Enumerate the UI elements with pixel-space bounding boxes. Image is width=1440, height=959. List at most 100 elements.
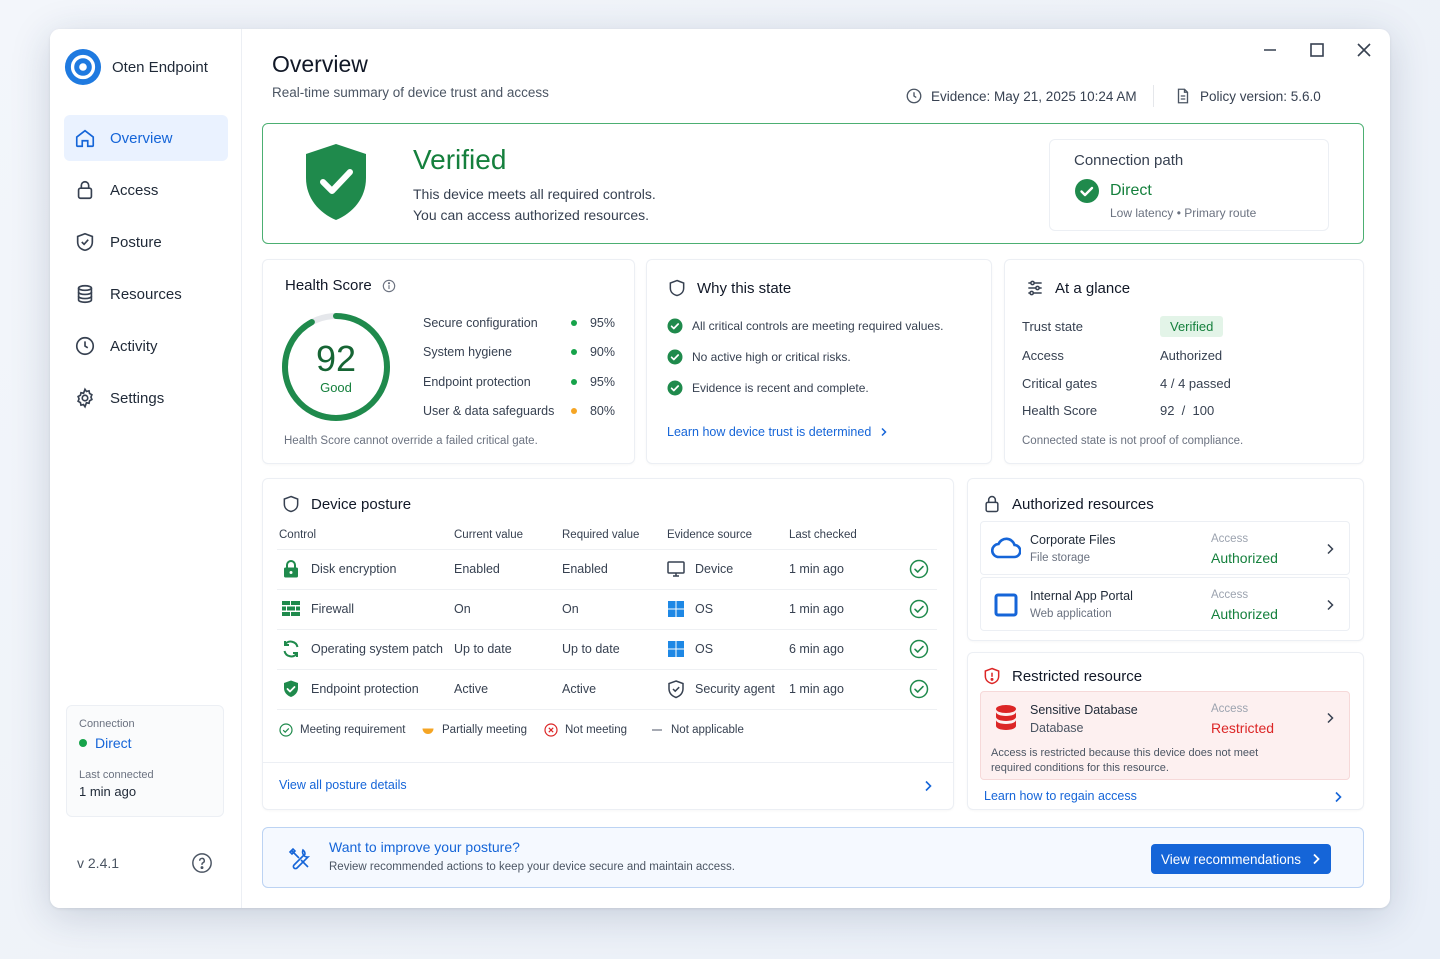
sidebar: Oten Endpoint Overview Access Posture Re… xyxy=(50,29,242,908)
evidence-timestamp: Evidence: May 21, 2025 10:24 AM xyxy=(905,87,1137,105)
alert-shield-icon xyxy=(984,667,1000,685)
trust-learn-link[interactable]: Learn how device trust is determined xyxy=(667,425,889,439)
resource-item-sensitive-database[interactable]: Sensitive Database Database Access Restr… xyxy=(980,691,1350,780)
evidence-source: OS xyxy=(695,642,714,656)
chevron-right-icon xyxy=(1327,712,1334,724)
current-value: Enabled xyxy=(454,562,500,576)
chevron-right-icon xyxy=(1327,599,1334,611)
chevron-right-icon[interactable] xyxy=(1331,790,1345,804)
resource-item-internal-app-portal[interactable]: Internal App Portal Web application Acce… xyxy=(980,577,1350,631)
check-circle-outline-icon xyxy=(909,679,929,699)
shield-check-icon xyxy=(284,680,298,697)
health-item: Endpoint protection 95% xyxy=(423,375,615,389)
trust-description-1: This device meets all required controls. xyxy=(413,186,656,202)
evidence-source: Device xyxy=(695,562,734,576)
lock-icon xyxy=(77,180,93,200)
last-connected-value: 1 min ago xyxy=(79,784,137,799)
maximize-icon[interactable] xyxy=(1306,39,1328,61)
sidebar-item-label: Activity xyxy=(110,337,158,355)
required-value: On xyxy=(562,602,579,616)
restriction-reason: required conditions for this resource. xyxy=(991,762,1169,774)
sidebar-item-label: Overview xyxy=(110,129,173,147)
check-circle-icon xyxy=(667,349,683,365)
column-header: Last checked xyxy=(789,529,857,541)
trust-description-2: You can access authorized resources. xyxy=(413,207,650,223)
evidence-source: Security agent xyxy=(695,682,775,696)
sidebar-item-access[interactable]: Access xyxy=(64,167,228,213)
control-name: Endpoint protection xyxy=(311,682,419,696)
chevron-right-icon[interactable] xyxy=(921,779,935,793)
resource-name: Internal App Portal xyxy=(1030,589,1133,603)
help-icon[interactable] xyxy=(191,852,213,874)
x-circle-icon xyxy=(544,723,558,737)
check-circle-icon xyxy=(667,318,683,334)
divider xyxy=(277,709,937,710)
table-row: Endpoint protection Active Active Securi… xyxy=(277,669,937,709)
evidence-source: OS xyxy=(695,602,714,616)
access-value: Restricted xyxy=(1211,720,1275,736)
regain-access-link[interactable]: Learn how to regain access xyxy=(984,789,1137,803)
close-icon[interactable] xyxy=(1353,39,1375,61)
resource-item-corporate-files[interactable]: Corporate Files File storage Access Auth… xyxy=(980,521,1350,575)
resource-type: Web application xyxy=(1030,608,1112,620)
table-row: Disk encryption Enabled Enabled Device 1… xyxy=(277,549,937,589)
device-posture-card: Device posture Control Current value Req… xyxy=(262,478,954,810)
legend-label: Meeting requirement xyxy=(300,724,406,736)
windows-icon xyxy=(668,641,684,657)
chevron-right-icon xyxy=(1327,543,1334,555)
minimize-icon[interactable] xyxy=(1259,39,1281,61)
shield-icon xyxy=(669,279,685,297)
health-item-pct: 95% xyxy=(589,316,615,330)
info-icon[interactable] xyxy=(382,279,396,293)
policy-version: Policy version: 5.6.0 xyxy=(1174,87,1321,105)
legend-label: Partially meeting xyxy=(442,724,528,736)
connection-path-detail: Low latency • Primary route xyxy=(1110,206,1257,220)
last-checked: 1 min ago xyxy=(789,682,844,696)
trust-state-title: Verified xyxy=(413,144,507,175)
lock-icon xyxy=(284,560,298,578)
app-window: Oten Endpoint Overview Access Posture Re… xyxy=(50,29,1390,908)
sidebar-item-settings[interactable]: Settings xyxy=(64,375,228,421)
refresh-icon xyxy=(283,640,299,658)
evidence-text: Evidence: May 21, 2025 10:24 AM xyxy=(931,88,1137,104)
health-score-label: Good xyxy=(320,380,352,395)
authorized-resources-header: Authorized resources xyxy=(982,494,1154,514)
health-item-pct: 80% xyxy=(589,404,615,418)
restricted-resource-header: Restricted resource xyxy=(982,666,1142,686)
restricted-resource-card: Restricted resource Sensitive Database D… xyxy=(967,652,1364,810)
connection-value: Direct xyxy=(95,735,132,751)
control-name: Firewall xyxy=(311,602,355,616)
at-a-glance-title: At a glance xyxy=(1055,279,1131,297)
restriction-reason: Access is restricted because this device… xyxy=(991,747,1259,759)
shield-outline-icon xyxy=(668,680,684,699)
required-value: Up to date xyxy=(562,642,620,656)
health-score-value: 92 xyxy=(315,338,357,379)
legend-not-meeting: Not meeting xyxy=(544,723,627,737)
document-icon xyxy=(1177,88,1189,104)
status-dot xyxy=(571,349,577,355)
access-label: Access xyxy=(1211,589,1249,601)
trust-learn-link-text[interactable]: Learn how device trust is determined xyxy=(667,425,871,439)
database-icon xyxy=(77,284,93,304)
brand: Oten Endpoint xyxy=(64,48,208,86)
sidebar-item-label: Resources xyxy=(110,285,182,303)
view-posture-details-link[interactable]: View all posture details xyxy=(279,778,407,792)
access-label: Access xyxy=(1211,703,1249,715)
firewall-icon xyxy=(282,601,300,616)
sidebar-item-posture[interactable]: Posture xyxy=(64,219,228,265)
sidebar-item-overview[interactable]: Overview xyxy=(64,115,228,161)
shield-icon xyxy=(283,495,299,513)
at-a-glance-header: At a glance xyxy=(1025,278,1130,298)
sidebar-item-activity[interactable]: Activity xyxy=(64,323,228,369)
header-divider xyxy=(1153,85,1154,107)
why-reason: No active high or critical risks. xyxy=(667,349,851,365)
view-recommendations-button[interactable]: View recommendations xyxy=(1151,844,1331,874)
partial-icon xyxy=(422,728,434,734)
page-subtitle: Real-time summary of device trust and ac… xyxy=(272,85,549,100)
resource-name: Corporate Files xyxy=(1030,533,1116,547)
check-circle-outline-icon xyxy=(909,639,929,659)
sidebar-item-resources[interactable]: Resources xyxy=(64,271,228,317)
connection-path-card: Connection path Direct Low latency • Pri… xyxy=(1049,139,1329,231)
current-value: Active xyxy=(454,682,489,696)
health-item-pct: 90% xyxy=(589,345,615,359)
